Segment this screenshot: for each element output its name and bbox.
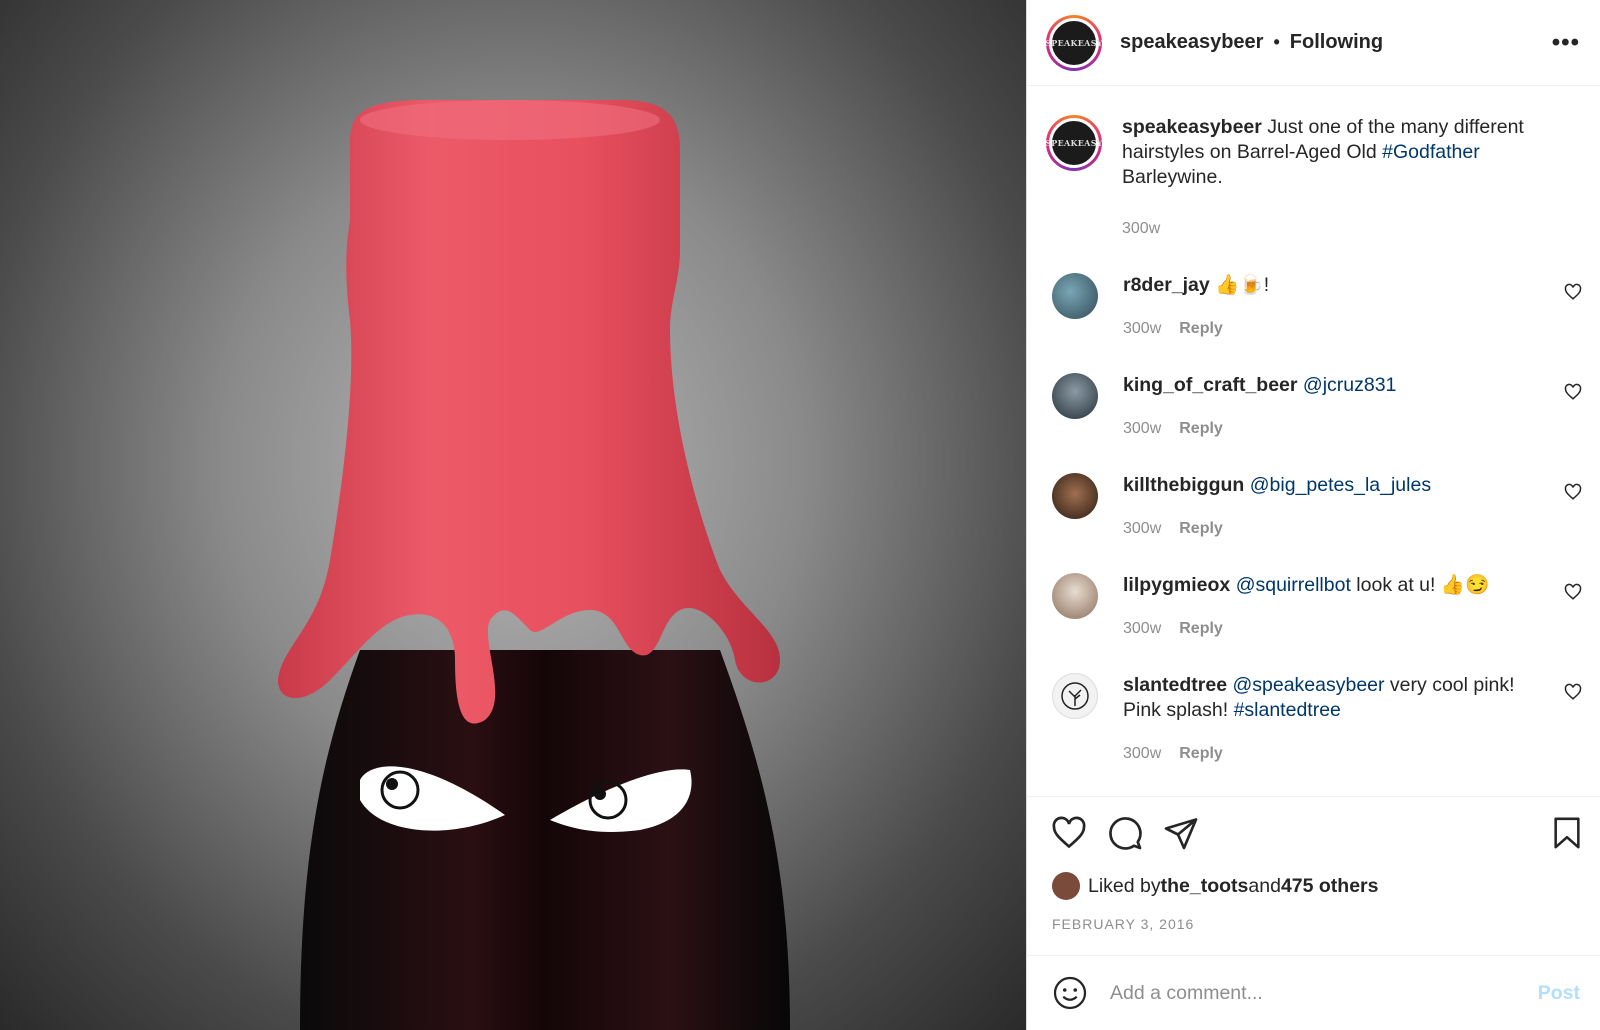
share-send-icon[interactable]: [1163, 815, 1199, 851]
caption-hashtag[interactable]: #Godfather: [1382, 141, 1480, 163]
comment-mention[interactable]: @jcruz831: [1297, 374, 1397, 396]
comment-hashtag[interactable]: #slantedtree: [1234, 699, 1341, 721]
comment-time[interactable]: 300w: [1123, 616, 1161, 641]
liker-avatar[interactable]: [1052, 872, 1080, 900]
commenter-avatar[interactable]: [1052, 273, 1098, 319]
likes-prefix: Liked by: [1088, 874, 1161, 897]
more-options-button[interactable]: •••: [1552, 30, 1580, 54]
add-comment-input[interactable]: [1110, 981, 1538, 1005]
author-username[interactable]: speakeasybeer: [1120, 31, 1263, 54]
commenter-username[interactable]: slantedtree: [1123, 674, 1227, 696]
comment-bubble-icon[interactable]: [1107, 815, 1143, 851]
commenter-username[interactable]: r8der_jay: [1123, 274, 1210, 296]
commenter-username[interactable]: killthebiggun: [1123, 474, 1244, 496]
comment-time[interactable]: 300w: [1123, 416, 1161, 441]
comment-item: r8der_jay 👍🍺! 300w Reply: [1027, 273, 1600, 341]
commenter-avatar[interactable]: [1052, 373, 1098, 419]
comment-mention[interactable]: @squirrellbot: [1230, 574, 1351, 596]
commenter-avatar[interactable]: [1052, 673, 1098, 719]
like-heart-icon[interactable]: [1051, 815, 1087, 851]
commenter-avatar[interactable]: [1052, 573, 1098, 619]
comments-scroll[interactable]: SPEAKEASY speakeasybeer Just one of the …: [1027, 87, 1600, 795]
action-bar: [1027, 796, 1600, 851]
caption: SPEAKEASY speakeasybeer Just one of the …: [1027, 87, 1600, 241]
comment-item: king_of_craft_beer @jcruz831 300w Reply: [1027, 373, 1600, 441]
reply-button[interactable]: Reply: [1179, 516, 1223, 541]
post-comment-button[interactable]: Post: [1538, 982, 1580, 1005]
comment-time[interactable]: 300w: [1123, 516, 1161, 541]
author-avatar-logo: SPEAKEASY: [1045, 17, 1102, 68]
post-panel: SPEAKEASY speakeasybeer • Following ••• …: [1026, 0, 1600, 1030]
likes-middle: and: [1248, 874, 1281, 897]
comment-like-heart-icon[interactable]: [1564, 583, 1582, 601]
comment-text: 👍🍺!: [1209, 274, 1270, 296]
comment-time[interactable]: 300w: [1123, 316, 1161, 341]
save-bookmark-icon[interactable]: [1550, 815, 1584, 851]
comment-item: lilpygmieox @squirrellbot look at u! 👍😏 …: [1027, 573, 1600, 641]
comment-mention[interactable]: @speakeasybeer: [1227, 674, 1384, 696]
post-date[interactable]: FEBRUARY 3, 2016: [1052, 916, 1194, 932]
comment-like-heart-icon[interactable]: [1564, 283, 1582, 301]
commenter-username[interactable]: king_of_craft_beer: [1123, 374, 1297, 396]
comment-time[interactable]: 300w: [1123, 741, 1161, 766]
commenter-avatar[interactable]: [1052, 473, 1098, 519]
post-photo[interactable]: [0, 0, 1026, 1030]
comment-item: slantedtree @speakeasybeer very cool pin…: [1027, 673, 1600, 766]
caption-time[interactable]: 300w: [1122, 216, 1160, 241]
commenter-username[interactable]: lilpygmieox: [1123, 574, 1230, 596]
reply-button[interactable]: Reply: [1179, 616, 1223, 641]
comment-like-heart-icon[interactable]: [1564, 483, 1582, 501]
following-button[interactable]: Following: [1290, 31, 1383, 54]
comment-item: killthebiggun @big_petes_la_jules 300w Re…: [1027, 473, 1600, 541]
header-separator: •: [1273, 32, 1280, 52]
caption-username[interactable]: speakeasybeer: [1122, 116, 1262, 138]
reply-button[interactable]: Reply: [1179, 741, 1223, 766]
comment-text: look at u! 👍😏: [1350, 574, 1490, 596]
bottle-illustration: [278, 100, 790, 1030]
emoji-icon[interactable]: [1052, 975, 1088, 1011]
tree-logo-icon: [1061, 682, 1089, 710]
add-comment-bar: Post: [1027, 955, 1600, 1030]
author-avatar[interactable]: SPEAKEASY: [1045, 14, 1102, 71]
post-header: SPEAKEASY speakeasybeer • Following •••: [1027, 0, 1600, 86]
comment-like-heart-icon[interactable]: [1564, 683, 1582, 701]
likes-count[interactable]: 475 others: [1281, 875, 1379, 898]
comment-like-heart-icon[interactable]: [1564, 383, 1582, 401]
comment-mention[interactable]: @big_petes_la_jules: [1244, 474, 1431, 496]
caption-avatar-logo: SPEAKEASY: [1045, 118, 1102, 168]
reply-button[interactable]: Reply: [1179, 316, 1223, 341]
reply-button[interactable]: Reply: [1179, 416, 1223, 441]
liker-username[interactable]: the_toots: [1161, 875, 1249, 898]
caption-text-end: Barleywine.: [1122, 166, 1223, 188]
caption-avatar[interactable]: SPEAKEASY: [1045, 115, 1102, 171]
likes-summary: Liked by the_toots and 475 others: [1052, 872, 1379, 900]
